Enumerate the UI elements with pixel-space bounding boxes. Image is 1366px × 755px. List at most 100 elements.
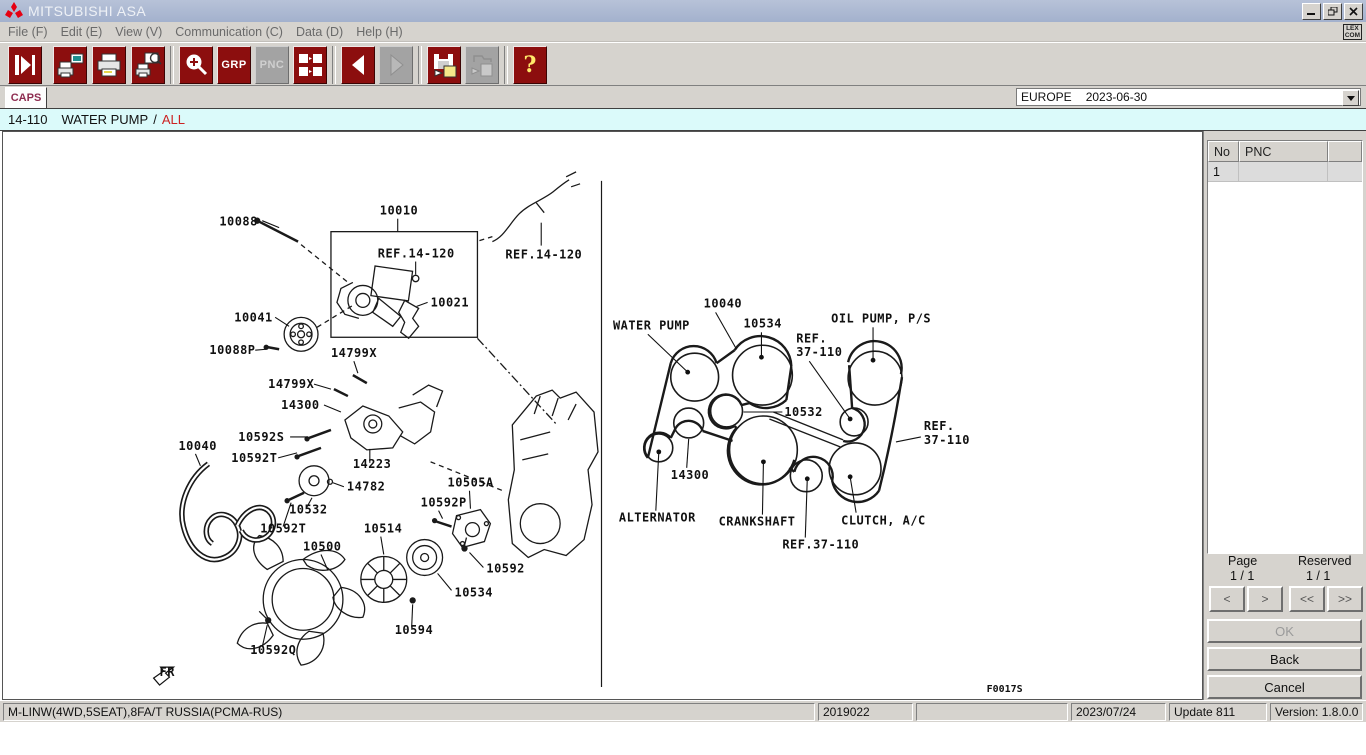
pulley-pulley-10534 — [733, 345, 793, 405]
part-label: 10500 — [303, 540, 341, 554]
print-button[interactable] — [92, 46, 126, 84]
print-preview-icon — [133, 50, 163, 80]
leader-line — [195, 454, 200, 466]
back-button[interactable] — [341, 46, 375, 84]
leader-line — [687, 439, 689, 468]
row-no-cell: 1 — [1208, 162, 1239, 182]
menu-view[interactable]: View (V) — [115, 25, 162, 39]
menu-communication[interactable]: Communication (C) — [175, 25, 283, 39]
print-screen-button[interactable] — [53, 46, 87, 84]
leader-line — [896, 437, 921, 442]
status-bar: M-LINW(4WD,5SEAT),8FA/T RUSSIA(PCMA-RUS)… — [0, 700, 1366, 722]
figure-code: F0017S — [987, 684, 1023, 695]
part-label: 10592S — [238, 430, 284, 444]
multi-view-icon — [295, 50, 325, 80]
close-button[interactable] — [1344, 3, 1363, 20]
leader-dot — [805, 476, 810, 481]
cancel-button[interactable]: Cancel — [1207, 675, 1362, 699]
part-label: 10088 — [219, 215, 257, 229]
print-preview-button[interactable] — [131, 46, 165, 84]
leader-line — [805, 479, 807, 538]
menu-file[interactable]: File (F) — [8, 25, 48, 39]
part-label: 10594 — [395, 623, 433, 637]
exit-button[interactable] — [8, 46, 42, 84]
mitsubishi-logo — [4, 2, 24, 20]
exit-icon — [10, 50, 40, 80]
toolbar-separator — [418, 46, 422, 84]
forward-button — [379, 46, 413, 84]
serpentine-belt-art — [182, 464, 274, 560]
leader-line — [656, 452, 659, 511]
part-label: REF. — [924, 419, 955, 433]
column-header-filler — [1328, 141, 1362, 162]
page-value: 1 / 1 — [1230, 569, 1254, 583]
zoom-icon — [181, 50, 211, 80]
region-value: EUROPE — [1021, 90, 1072, 104]
pulley-tensioner-14300 — [674, 408, 704, 438]
column-header-pnc: PNC — [1239, 141, 1328, 162]
leader-line — [417, 302, 428, 306]
pnc-button: PNC — [255, 46, 289, 84]
tab-row: CAPS EUROPE 2023-06-30 — [0, 86, 1366, 108]
toolbar-separator — [504, 46, 508, 84]
status-empty — [916, 703, 1068, 721]
forward-icon — [381, 50, 411, 80]
grp-label: GRP — [221, 59, 246, 71]
part-label: 14799X — [268, 377, 314, 391]
part-label: 37-110 — [924, 433, 970, 447]
table-row[interactable]: 1 — [1208, 162, 1362, 182]
restore-button[interactable] — [1323, 3, 1342, 20]
tab-caps[interactable]: CAPS — [5, 87, 47, 108]
section-variant: ALL — [162, 112, 185, 127]
column-header-no: No — [1208, 141, 1239, 162]
export-icon — [467, 50, 497, 80]
help-button[interactable]: ? — [513, 46, 547, 84]
help-icon: ? — [524, 55, 537, 75]
leader-dot — [685, 370, 690, 375]
region-dropdown-button[interactable] — [1342, 90, 1359, 106]
lexcom-line1: LEX — [1345, 25, 1360, 32]
part-label: 10592T — [260, 522, 306, 536]
leader-line — [439, 511, 443, 519]
minimize-icon — [1307, 7, 1316, 16]
part-label: 10040 — [178, 439, 216, 453]
part-label: CLUTCH, A/C — [841, 514, 926, 528]
page-next-button[interactable]: > — [1247, 586, 1283, 612]
pnc-label: PNC — [260, 59, 285, 71]
part-label: 10021 — [431, 295, 469, 309]
back-nav-button[interactable]: Back — [1207, 647, 1362, 671]
save-button[interactable] — [427, 46, 461, 84]
part-label: REF.14-120 — [378, 247, 455, 261]
leader-line — [321, 555, 328, 571]
menu-data[interactable]: Data (D) — [296, 25, 343, 39]
title-bar: MITSUBISHI ASA — [0, 0, 1366, 22]
zoom-button[interactable] — [179, 46, 213, 84]
leader-dot — [848, 417, 853, 422]
pnc-table-header: No PNC — [1208, 141, 1362, 162]
menu-edit[interactable]: Edit (E) — [61, 25, 103, 39]
page-prev-button[interactable]: < — [1209, 586, 1245, 612]
section-name: WATER PUMP — [62, 112, 149, 127]
part-label: 10592 — [486, 561, 524, 575]
reserved-first-button[interactable]: << — [1289, 586, 1325, 612]
menu-help[interactable]: Help (H) — [356, 25, 403, 39]
part-label: CRANKSHAFT — [719, 515, 796, 529]
leader-dot — [656, 449, 661, 454]
part-label: 10514 — [364, 522, 402, 536]
status-version: Version: 1.8.0.0 — [1270, 703, 1363, 721]
reserved-last-button[interactable]: >> — [1327, 586, 1363, 612]
parts-diagram-area[interactable]: 1008810010REF.14-120REF.14-1201002110041… — [2, 131, 1203, 700]
part-label: 14782 — [347, 480, 385, 494]
part-label: REF.37-110 — [782, 538, 859, 552]
grp-button[interactable]: GRP — [217, 46, 251, 84]
part-label: 10532 — [289, 503, 327, 517]
row-filler-cell — [1328, 162, 1362, 182]
pnc-list-box[interactable]: No PNC 1 — [1207, 140, 1363, 554]
multi-view-button[interactable] — [293, 46, 327, 84]
region-select[interactable]: EUROPE 2023-06-30 — [1016, 88, 1361, 106]
minimize-button[interactable] — [1302, 3, 1321, 20]
leader-line — [333, 483, 344, 487]
export-button — [465, 46, 499, 84]
leader-line — [278, 453, 297, 458]
pulley-clutch-ac — [829, 443, 881, 495]
